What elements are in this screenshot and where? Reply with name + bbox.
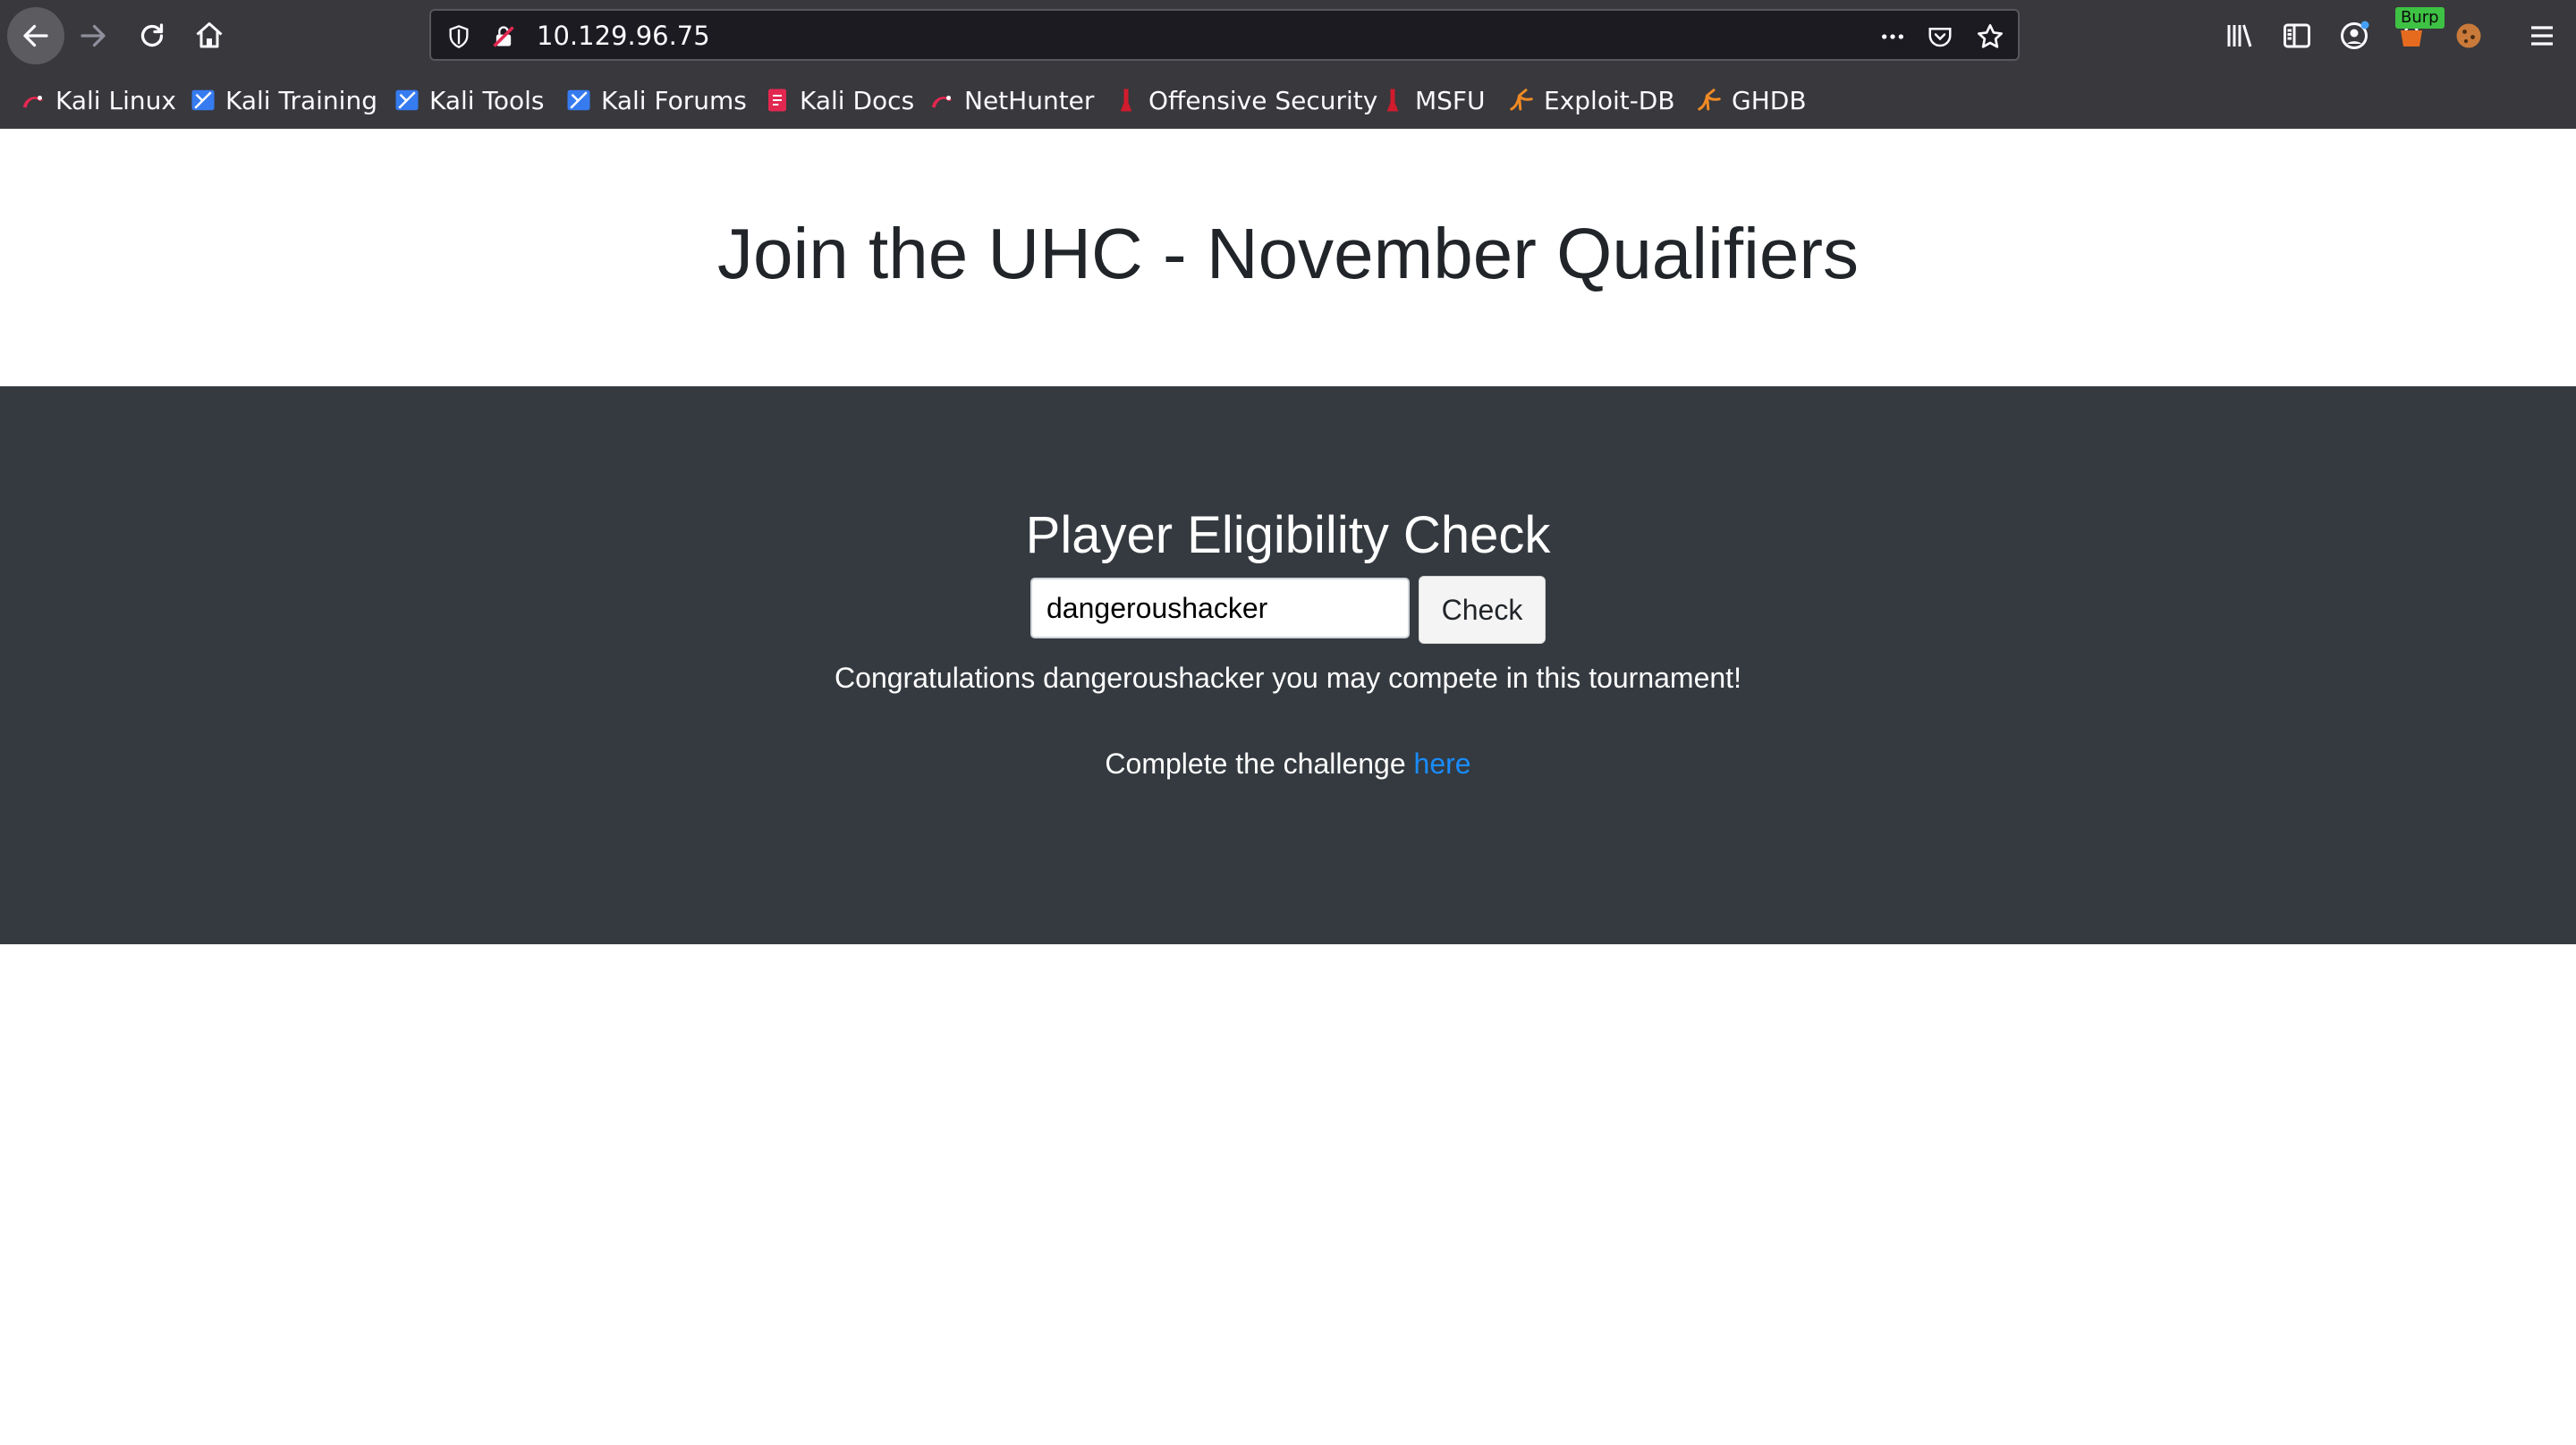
bookmark-label: Offensive Security bbox=[1148, 85, 1378, 115]
page-actions-icon[interactable] bbox=[1875, 21, 1911, 52]
bookmark-ghdb[interactable]: GHDB bbox=[1696, 79, 1807, 122]
bookmark-kali-training[interactable]: Kali Training bbox=[190, 79, 377, 122]
exploit-db-icon bbox=[1508, 87, 1535, 114]
msfu-icon bbox=[1379, 87, 1406, 114]
reload-icon bbox=[140, 23, 164, 47]
bookmark-nethunter[interactable]: NetHunter bbox=[928, 79, 1094, 122]
arrow-right-icon bbox=[80, 24, 106, 47]
arrow-left-icon bbox=[23, 24, 48, 47]
pocket-icon[interactable] bbox=[1925, 21, 1955, 52]
page-title: Join the UHC - November Qualifiers bbox=[717, 214, 1859, 293]
browser-chrome: 10.129.96.75 Burp Kali Linux Kali Traini… bbox=[0, 0, 2576, 129]
home-icon bbox=[196, 22, 223, 48]
bookmark-star-icon[interactable] bbox=[1975, 21, 2005, 52]
offsec-icon bbox=[1113, 87, 1140, 114]
eligibility-section: Player Eligibility Check Check Congratul… bbox=[0, 386, 2576, 944]
url-text[interactable]: 10.129.96.75 bbox=[537, 20, 710, 52]
page-content: Join the UHC - November Qualifiers Playe… bbox=[0, 129, 2576, 1445]
reload-button[interactable] bbox=[123, 7, 181, 64]
bookmark-kali-tools[interactable]: Kali Tools bbox=[394, 79, 544, 122]
bookmarks-toolbar: Kali Linux Kali Training Kali Tools Kali… bbox=[0, 79, 2576, 122]
bookmark-label: Kali Linux bbox=[55, 85, 176, 115]
kali-training-icon bbox=[190, 87, 216, 114]
kali-tools-icon bbox=[394, 87, 420, 114]
check-button[interactable]: Check bbox=[1419, 576, 1546, 644]
bookmark-label: MSFU bbox=[1415, 85, 1486, 115]
library-icon[interactable] bbox=[2220, 16, 2259, 55]
bookmark-msfu[interactable]: MSFU bbox=[1379, 79, 1486, 122]
eligibility-form: Check bbox=[1030, 576, 1546, 644]
bookmark-label: Exploit-DB bbox=[1544, 85, 1675, 115]
bookmark-exploit-db[interactable]: Exploit-DB bbox=[1508, 79, 1675, 122]
browser-toolbar: 10.129.96.75 Burp bbox=[0, 0, 2576, 72]
cookie-extension-icon[interactable] bbox=[2449, 16, 2488, 55]
account-icon[interactable] bbox=[2334, 16, 2374, 55]
bookmark-label: GHDB bbox=[1732, 85, 1807, 115]
bookmark-label: Kali Forums bbox=[601, 85, 747, 115]
eligibility-heading: Player Eligibility Check bbox=[1025, 506, 1551, 564]
challenge-link[interactable]: here bbox=[1414, 748, 1471, 780]
challenge-line: Complete the challenge here bbox=[0, 746, 2576, 782]
forward-button[interactable] bbox=[64, 7, 122, 64]
ghdb-icon bbox=[1696, 87, 1723, 114]
kali-docs-icon bbox=[764, 87, 791, 114]
burp-badge: Burp bbox=[2395, 7, 2445, 29]
sidebar-icon[interactable] bbox=[2277, 16, 2317, 55]
player-name-input[interactable] bbox=[1030, 578, 1410, 638]
insecure-lock-icon[interactable] bbox=[488, 21, 519, 52]
bookmark-kali-docs[interactable]: Kali Docs bbox=[764, 79, 914, 122]
bookmark-offensive-security[interactable]: Offensive Security bbox=[1113, 79, 1377, 122]
eligibility-result: Congratulations dangeroushacker you may … bbox=[835, 662, 1741, 694]
back-button[interactable] bbox=[7, 7, 64, 64]
bookmark-kali-linux[interactable]: Kali Linux bbox=[20, 79, 176, 122]
kali-forums-icon bbox=[565, 87, 592, 114]
bookmark-label: Kali Tools bbox=[429, 85, 545, 115]
kali-dragon-icon bbox=[20, 87, 47, 114]
bookmark-label: Kali Training bbox=[225, 85, 377, 115]
url-bar[interactable]: 10.129.96.75 bbox=[429, 9, 2020, 61]
home-button[interactable] bbox=[181, 7, 238, 64]
challenge-text: Complete the challenge bbox=[1105, 748, 1406, 780]
bookmark-label: Kali Docs bbox=[800, 85, 915, 115]
hamburger-menu-icon[interactable] bbox=[2522, 16, 2562, 55]
nethunter-icon bbox=[928, 87, 955, 114]
tracking-shield-icon[interactable] bbox=[444, 21, 474, 52]
bookmark-kali-forums[interactable]: Kali Forums bbox=[565, 79, 747, 122]
bookmark-label: NetHunter bbox=[964, 85, 1095, 115]
